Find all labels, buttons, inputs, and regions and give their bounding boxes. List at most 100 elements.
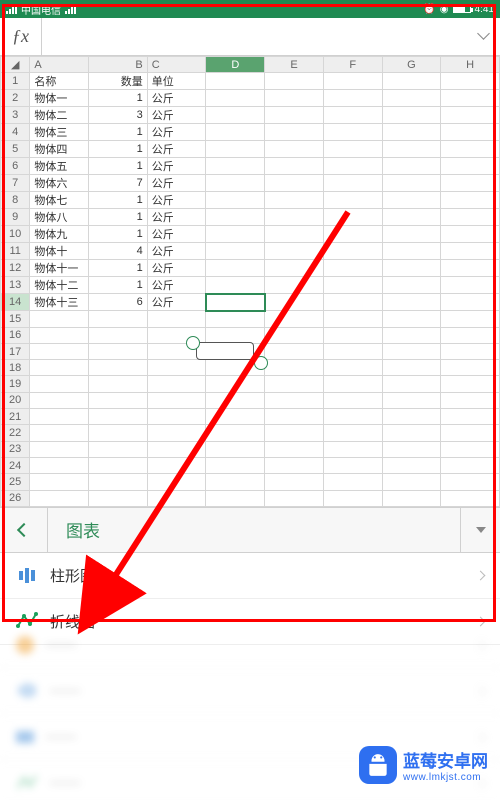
cell[interactable] [89, 343, 148, 359]
cell[interactable] [323, 425, 382, 441]
col-header-A[interactable]: A [30, 57, 89, 73]
row-header[interactable]: 22 [1, 425, 30, 441]
select-all-cell[interactable]: ◢ [1, 57, 30, 73]
cell[interactable] [206, 343, 265, 359]
row-header[interactable]: 12 [1, 260, 30, 277]
cell[interactable] [265, 376, 324, 392]
cell[interactable]: 公斤 [147, 124, 206, 141]
cell[interactable] [441, 441, 500, 457]
row-header[interactable]: 9 [1, 209, 30, 226]
cell[interactable] [441, 124, 500, 141]
row-header[interactable]: 18 [1, 360, 30, 376]
cell[interactable] [206, 490, 265, 506]
cell[interactable] [30, 441, 89, 457]
cell[interactable] [323, 107, 382, 124]
cell[interactable] [323, 175, 382, 192]
cell[interactable]: 物体十三 [30, 294, 89, 311]
col-header-D[interactable]: D [206, 57, 265, 73]
cell[interactable] [147, 376, 206, 392]
cell[interactable] [382, 360, 441, 376]
cell[interactable]: 6 [89, 294, 148, 311]
cell[interactable] [265, 441, 324, 457]
cell[interactable]: 公斤 [147, 277, 206, 294]
cell[interactable] [382, 409, 441, 425]
cell[interactable] [441, 392, 500, 408]
cell[interactable] [323, 192, 382, 209]
cell[interactable]: 物体二 [30, 107, 89, 124]
row-header[interactable]: 19 [1, 376, 30, 392]
cell[interactable] [89, 441, 148, 457]
cell[interactable]: 1 [89, 260, 148, 277]
cell[interactable] [147, 311, 206, 327]
menu-item-bar-chart[interactable]: 柱形图 [0, 553, 500, 599]
cell[interactable] [441, 73, 500, 90]
cell[interactable] [323, 376, 382, 392]
table-row[interactable]: 22 [1, 425, 500, 441]
cell[interactable]: 公斤 [147, 192, 206, 209]
spreadsheet[interactable]: ◢ A B C D E F G H 1名称数量单位2物体一1公斤3物体二3公斤4… [0, 56, 500, 507]
cell[interactable] [323, 209, 382, 226]
cell[interactable] [265, 392, 324, 408]
cell[interactable] [323, 124, 382, 141]
cell[interactable] [265, 490, 324, 506]
cell[interactable] [206, 175, 265, 192]
table-row[interactable]: 25 [1, 474, 500, 490]
cell[interactable] [323, 311, 382, 327]
cell[interactable] [265, 343, 324, 359]
table-row[interactable]: 13物体十二1公斤 [1, 277, 500, 294]
ribbon-back-button[interactable] [0, 508, 48, 552]
table-row[interactable]: 11物体十4公斤 [1, 243, 500, 260]
row-header[interactable]: 17 [1, 343, 30, 359]
col-header-G[interactable]: G [382, 57, 441, 73]
cell[interactable] [382, 343, 441, 359]
cell[interactable] [206, 360, 265, 376]
cell[interactable] [206, 192, 265, 209]
cell[interactable] [30, 311, 89, 327]
table-row[interactable]: 10物体九1公斤 [1, 226, 500, 243]
row-header[interactable]: 21 [1, 409, 30, 425]
cell[interactable]: 物体九 [30, 226, 89, 243]
cell[interactable] [89, 376, 148, 392]
table-row[interactable]: 1名称数量单位 [1, 73, 500, 90]
cell[interactable] [265, 294, 324, 311]
cell[interactable] [441, 226, 500, 243]
cell[interactable] [382, 277, 441, 294]
cell[interactable] [323, 360, 382, 376]
cell[interactable] [382, 311, 441, 327]
row-header[interactable]: 2 [1, 90, 30, 107]
cell[interactable] [30, 490, 89, 506]
cell[interactable] [265, 158, 324, 175]
cell[interactable] [147, 425, 206, 441]
cell[interactable] [323, 294, 382, 311]
cell[interactable]: 物体十 [30, 243, 89, 260]
cell[interactable] [265, 226, 324, 243]
cell[interactable] [89, 392, 148, 408]
cell[interactable] [265, 90, 324, 107]
table-row[interactable]: 26 [1, 490, 500, 506]
cell[interactable] [441, 209, 500, 226]
cell[interactable] [441, 141, 500, 158]
table-row[interactable]: 6物体五1公斤 [1, 158, 500, 175]
cell[interactable] [265, 425, 324, 441]
cell[interactable] [382, 192, 441, 209]
cell[interactable] [323, 158, 382, 175]
cell[interactable] [323, 441, 382, 457]
cell[interactable] [441, 158, 500, 175]
row-header[interactable]: 25 [1, 474, 30, 490]
cell[interactable] [206, 243, 265, 260]
cell[interactable] [206, 124, 265, 141]
cell[interactable] [206, 425, 265, 441]
cell[interactable] [147, 343, 206, 359]
cell[interactable] [441, 474, 500, 490]
row-header[interactable]: 20 [1, 392, 30, 408]
table-row[interactable]: 21 [1, 409, 500, 425]
row-header[interactable]: 4 [1, 124, 30, 141]
cell[interactable]: 公斤 [147, 243, 206, 260]
formula-input[interactable] [42, 18, 466, 55]
cell[interactable] [206, 294, 265, 311]
cell[interactable] [265, 457, 324, 473]
row-header[interactable]: 7 [1, 175, 30, 192]
cell[interactable] [441, 192, 500, 209]
cell[interactable] [206, 474, 265, 490]
row-header[interactable]: 15 [1, 311, 30, 327]
